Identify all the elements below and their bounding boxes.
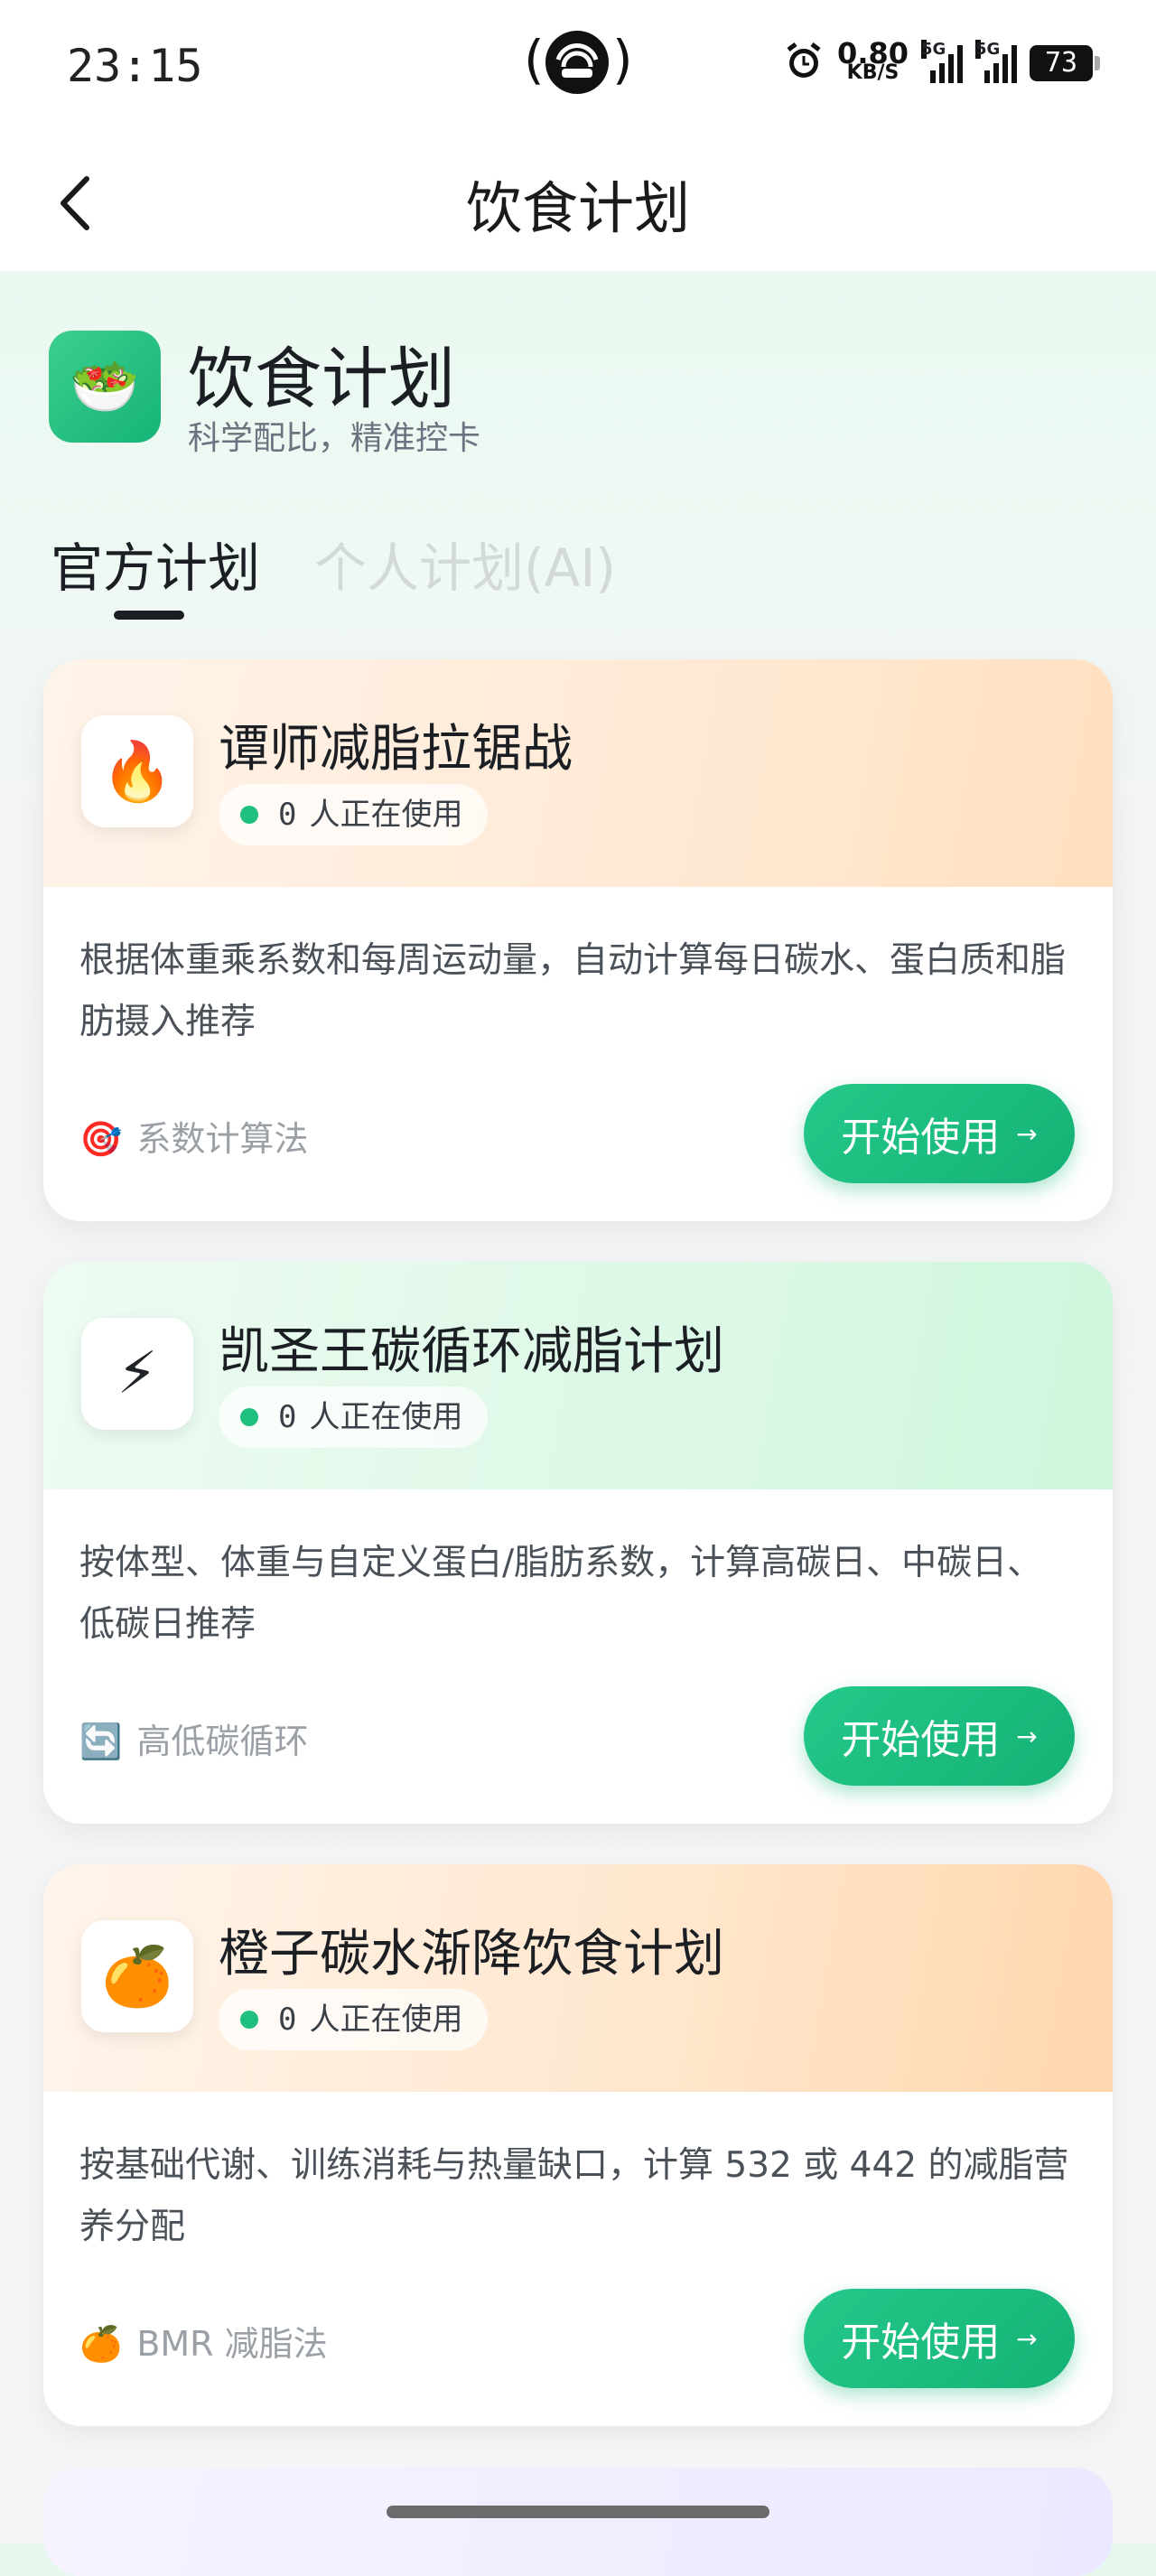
users-badge: 0 人正在使用 — [219, 1989, 489, 2050]
hotspot-indicator: ( ) — [524, 25, 633, 96]
alarm-icon — [783, 41, 825, 86]
users-badge: 0 人正在使用 — [219, 784, 489, 845]
orange-icon: 🍊 — [81, 1920, 193, 2032]
active-dot-icon — [240, 2011, 258, 2029]
orange-icon: 🍊 — [79, 2324, 123, 2364]
plan-description: 根据体重乘系数和每周运动量，自动计算每日碳水、蛋白质和脂肪摄入推荐 — [79, 940, 1067, 1042]
signal-icon-2: 5G — [975, 40, 1017, 83]
plan-title: 橙子碳水渐降饮食计划 — [219, 1925, 724, 1983]
fire-icon: 🔥 — [81, 715, 193, 827]
status-icons: 0.80 KB/S 5G 5G 73 — [783, 36, 1100, 90]
net-speed-value: 0.80 — [837, 36, 909, 70]
net-speed: 0.80 KB/S — [837, 36, 909, 84]
tab-active-indicator — [114, 611, 184, 620]
header-subtitle: 科学配比，精准控卡 — [188, 420, 481, 457]
arrow-right-icon: → — [1016, 1721, 1038, 1751]
plan-method-label: 高低碳循环 — [136, 1722, 309, 1761]
plan-card-partial[interactable] — [43, 2468, 1113, 2576]
plan-method-label: 系数计算法 — [136, 1119, 309, 1159]
plan-description: 按基础代谢、训练消耗与热量缺口，计算 532 或 442 的减脂营养分配 — [79, 2145, 1069, 2247]
plan-method-tag: 🎯 系数计算法 — [79, 1111, 308, 1161]
status-bar: 23:15 ( ) 0.80 KB/S 5G 5G 73 — [0, 0, 1156, 135]
active-dot-icon — [240, 806, 258, 824]
cycle-icon: 🔄 — [79, 1722, 123, 1761]
hotspot-icon — [545, 31, 609, 94]
plan-title: 凯圣王碳循环减脂计划 — [219, 1322, 724, 1381]
plan-method-tag: 🔄 高低碳循环 — [79, 1713, 308, 1763]
plan-method-tag: 🍊 BMR 减脂法 — [79, 2316, 328, 2366]
users-label: 人正在使用 — [309, 797, 463, 833]
plan-card-header — [43, 659, 1113, 887]
salad-icon: 🥗 — [49, 331, 161, 443]
plan-title: 谭师减脂拉锯战 — [219, 720, 573, 779]
start-button-label: 开始使用 — [841, 1115, 1001, 1161]
battery-icon: 73 — [1030, 45, 1100, 81]
plan-card[interactable]: ⚡ 凯圣王碳循环减脂计划 0 人正在使用 按体型、体重与自定义蛋白/脂肪系数，计算… — [43, 1262, 1113, 1824]
signal-label: 5G — [921, 40, 946, 59]
active-dot-icon — [240, 1408, 258, 1426]
tab-official-plans[interactable]: 官方计划 — [51, 526, 260, 602]
plan-description: 按体型、体重与自定义蛋白/脂肪系数，计算高碳日、中碳日、低碳日推荐 — [79, 1543, 1043, 1645]
home-indicator[interactable] — [387, 2506, 769, 2518]
hotspot-right-paren: ) — [612, 29, 633, 90]
arrow-right-icon: → — [1016, 2323, 1038, 2354]
signal-label-2: 5G — [975, 40, 1001, 59]
signal-icon: 5G — [921, 40, 963, 83]
target-icon: 🎯 — [79, 1119, 123, 1159]
page-title: 饮食计划 — [465, 175, 690, 241]
tab-personal-plans-ai[interactable]: 个人计划(AI) — [314, 526, 616, 602]
users-count: 0 — [278, 797, 297, 833]
hotspot-left-paren: ( — [524, 29, 545, 90]
users-count: 0 — [278, 2002, 297, 2038]
start-button-label: 开始使用 — [841, 1717, 1001, 1763]
users-label: 人正在使用 — [309, 2002, 463, 2038]
header-title: 饮食计划 — [188, 341, 455, 418]
users-count: 0 — [278, 1399, 297, 1435]
status-time: 23:15 — [67, 40, 203, 92]
start-button[interactable]: 开始使用 → — [804, 1084, 1075, 1183]
arrow-right-icon: → — [1016, 1118, 1038, 1149]
net-speed-unit: KB/S — [846, 61, 900, 84]
plan-card[interactable]: 🍊 橙子碳水渐降饮食计划 0 人正在使用 按基础代谢、训练消耗与热量缺口，计算 5… — [43, 1864, 1113, 2426]
users-badge: 0 人正在使用 — [219, 1386, 489, 1448]
plan-card[interactable]: 🔥 谭师减脂拉锯战 0 人正在使用 根据体重乘系数和每周运动量，自动计算每日碳水、… — [43, 659, 1113, 1221]
start-button[interactable]: 开始使用 → — [804, 2289, 1075, 2388]
start-button[interactable]: 开始使用 → — [804, 1686, 1075, 1786]
plan-method-label: BMR 减脂法 — [136, 2324, 328, 2364]
lightning-icon: ⚡ — [81, 1318, 193, 1430]
users-label: 人正在使用 — [309, 1399, 463, 1435]
start-button-label: 开始使用 — [841, 2319, 1001, 2366]
